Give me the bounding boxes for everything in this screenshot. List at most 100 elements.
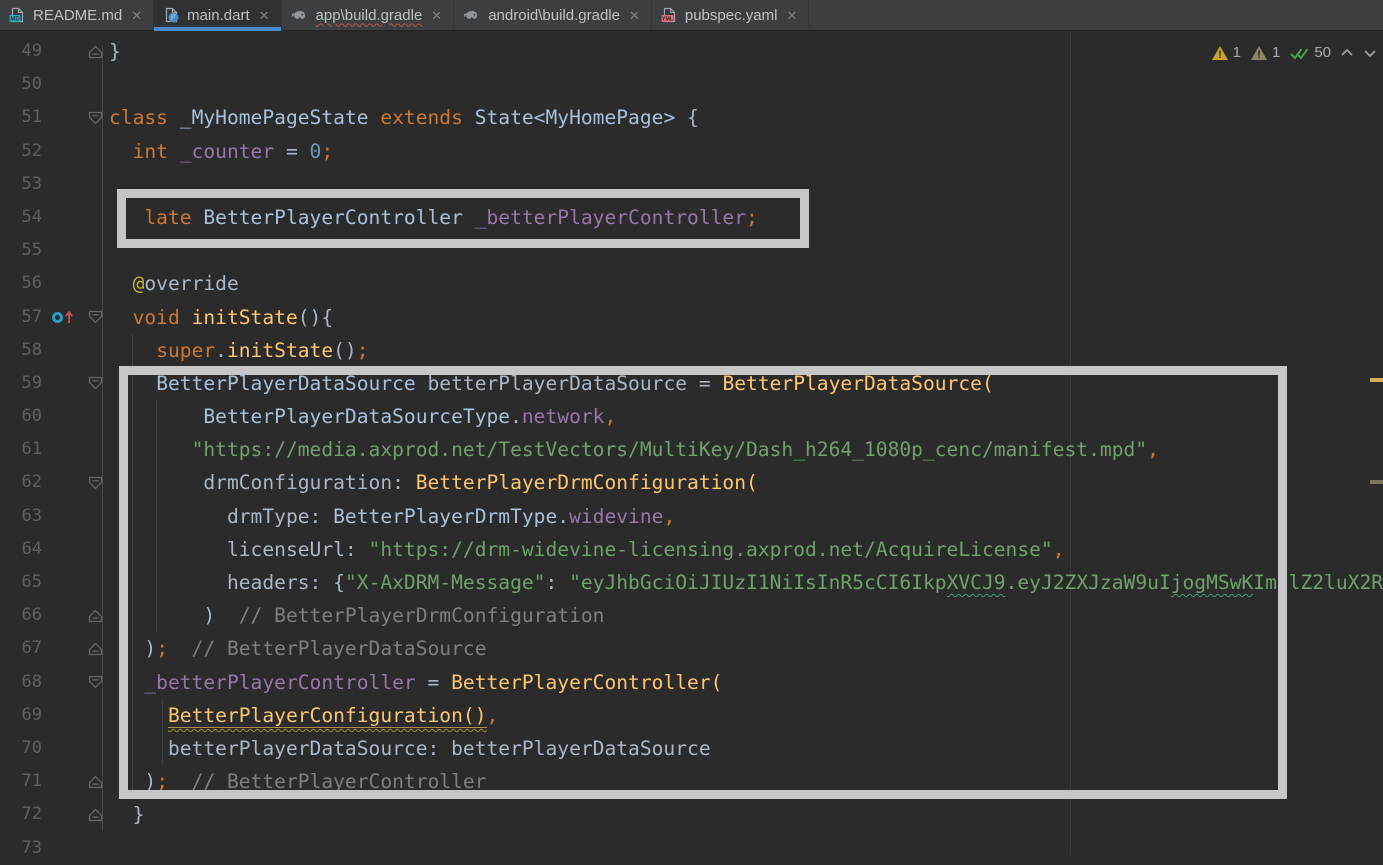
code-text: void initState(){: [106, 301, 333, 334]
code-line-73: 73: [0, 832, 1383, 865]
code-line-49: 49}: [0, 35, 1383, 68]
line-number: 66: [0, 599, 42, 632]
code-text: }: [106, 35, 121, 68]
close-tab-icon[interactable]: ✕: [786, 9, 797, 22]
tab-main.dart[interactable]: main.dart✕: [154, 0, 281, 30]
code-line-50: 50: [0, 68, 1383, 101]
gutter-icon-slot: [42, 367, 84, 400]
fold-start-marker[interactable]: [88, 111, 103, 125]
fold-marker-slot: [84, 566, 106, 599]
tab-android-build.gradle[interactable]: android\build.gradle✕: [454, 0, 652, 30]
line-number: 63: [0, 500, 42, 533]
line-number: 73: [0, 832, 42, 865]
line-number: 64: [0, 533, 42, 566]
gutter-icon-slot: [42, 699, 84, 732]
warning-count[interactable]: ! 1: [1211, 44, 1241, 61]
fold-end-marker[interactable]: [88, 45, 103, 59]
error-stripe-warning-mark[interactable]: [1370, 378, 1383, 382]
typo-count[interactable]: 50: [1289, 44, 1331, 61]
code-text: @override: [106, 267, 239, 300]
close-tab-icon[interactable]: ✕: [131, 9, 142, 22]
fold-start-marker[interactable]: [88, 376, 103, 390]
annotation-box-lines-59-71: [119, 366, 1287, 799]
error-stripe-weak-warning-mark[interactable]: [1370, 480, 1383, 484]
svg-text:MD: MD: [10, 17, 20, 23]
line-number: 72: [0, 798, 42, 831]
gutter-icon-slot: [42, 201, 84, 234]
gutter-icon-slot: [42, 334, 84, 367]
gutter-icon-slot: [42, 732, 84, 765]
line-number: 55: [0, 234, 42, 267]
gutter-icon-slot: [42, 666, 84, 699]
double-check-icon: [1289, 45, 1310, 61]
yaml-file-icon: YML: [661, 7, 678, 23]
close-tab-icon[interactable]: ✕: [431, 9, 442, 22]
line-number: 70: [0, 732, 42, 765]
tab-label: app\build.gradle: [316, 7, 423, 24]
gutter-icon-slot: [42, 500, 84, 533]
gutter-icon-slot: [42, 101, 84, 134]
tab-label: README.md: [33, 7, 122, 24]
line-number: 67: [0, 632, 42, 665]
fold-marker-slot: [84, 201, 106, 234]
fold-marker-slot: [84, 334, 106, 367]
fold-end-marker[interactable]: [88, 609, 103, 623]
gutter-icon-slot: [42, 68, 84, 101]
fold-marker-slot: [84, 400, 106, 433]
line-number: 65: [0, 566, 42, 599]
weak-warning-count[interactable]: ! 1: [1250, 44, 1280, 61]
svg-text:!: !: [1257, 49, 1261, 61]
svg-text:!: !: [1218, 49, 1222, 61]
tab-readme.md[interactable]: MD README.md ✕: [0, 0, 154, 30]
gradle-file-icon: [463, 7, 481, 23]
gutter-icon-slot: [42, 433, 84, 466]
line-number: 50: [0, 68, 42, 101]
next-highlighted-error-button[interactable]: [1363, 46, 1377, 60]
gutter-icon-slot: [42, 35, 84, 68]
fold-marker-slot: [84, 367, 106, 400]
gutter-icon-slot: [42, 632, 84, 665]
code-text: [106, 168, 109, 201]
tab-label: pubspec.yaml: [685, 7, 778, 24]
fold-marker-slot: [84, 666, 106, 699]
fold-marker-slot: [84, 35, 106, 68]
line-number: 57: [0, 301, 42, 334]
close-tab-icon[interactable]: ✕: [629, 9, 640, 22]
code-line-51: 51class _MyHomePageState extends State<M…: [0, 101, 1383, 134]
close-tab-icon[interactable]: ✕: [259, 9, 270, 22]
weak-warning-triangle-icon: !: [1250, 45, 1268, 61]
overrides-method-gutter-icon[interactable]: [52, 312, 63, 323]
md-file-icon: MD: [9, 7, 26, 23]
fold-marker-slot: [84, 301, 106, 334]
warning-count-label: 1: [1233, 44, 1241, 61]
line-number: 58: [0, 334, 42, 367]
line-number: 49: [0, 35, 42, 68]
line-number: 61: [0, 433, 42, 466]
code-line-52: 52 int _counter = 0;: [0, 135, 1383, 168]
code-text: super.initState();: [106, 334, 369, 367]
fold-marker-slot: [84, 433, 106, 466]
code-editor[interactable]: 49}5051class _MyHomePageState extends St…: [0, 31, 1383, 855]
gutter-icon-slot: [42, 466, 84, 499]
tab-pubspec.yaml[interactable]: YML pubspec.yaml ✕: [652, 0, 809, 30]
fold-marker-slot: [84, 168, 106, 201]
fold-marker-slot: [84, 699, 106, 732]
fold-start-marker[interactable]: [88, 675, 103, 689]
tab-app-build.gradle[interactable]: app\build.gradle ✕: [282, 0, 455, 30]
fold-end-marker[interactable]: [88, 775, 103, 789]
fold-start-marker[interactable]: [88, 476, 103, 490]
code-line-57: 57 void initState(){: [0, 301, 1383, 334]
override-up-arrow-icon: [64, 309, 74, 325]
gutter-icon-slot: [42, 599, 84, 632]
fold-end-marker[interactable]: [88, 808, 103, 822]
gutter-icon-slot: [42, 135, 84, 168]
previous-highlighted-error-button[interactable]: [1340, 46, 1354, 60]
typo-count-label: 50: [1314, 44, 1331, 61]
fold-marker-slot: [84, 267, 106, 300]
inspections-widget[interactable]: ! 1 ! 1 50: [1211, 44, 1377, 61]
line-number: 59: [0, 367, 42, 400]
line-number: 51: [0, 101, 42, 134]
fold-end-marker[interactable]: [88, 642, 103, 656]
svg-text:YML: YML: [662, 17, 674, 23]
fold-start-marker[interactable]: [88, 310, 103, 324]
